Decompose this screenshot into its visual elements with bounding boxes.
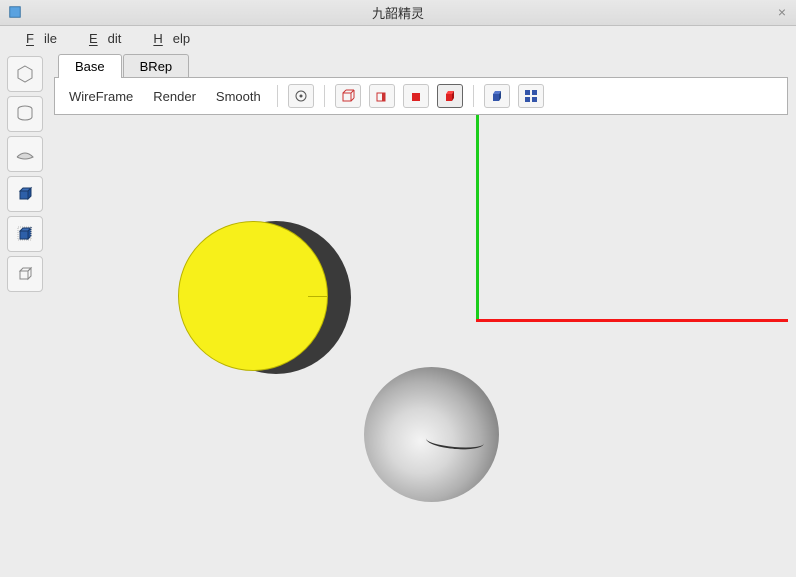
window-title: 九韶精灵	[372, 3, 424, 22]
gray-sphere[interactable]	[364, 367, 499, 502]
cube-iso-icon	[489, 88, 505, 104]
sidebar-tool-sketch[interactable]	[7, 56, 43, 92]
close-icon[interactable]: ×	[778, 4, 786, 20]
separator	[277, 85, 278, 107]
sphere-face	[178, 221, 328, 371]
cube-half-icon	[374, 88, 390, 104]
app-icon	[8, 5, 22, 19]
toolbar: WireFrame Render Smooth	[54, 77, 788, 115]
mode-wireframe[interactable]: WireFrame	[63, 87, 139, 106]
sidebar	[0, 50, 50, 577]
view-shaded[interactable]	[437, 84, 463, 108]
cylinder-icon	[14, 103, 36, 125]
sidebar-tool-sphere-outline[interactable]	[7, 256, 43, 292]
titlebar: 九韶精灵 ×	[0, 0, 796, 26]
axis-x	[476, 319, 788, 322]
cube-wire-small-icon	[340, 88, 356, 104]
cube-icon	[14, 183, 36, 205]
content-area: Base BRep WireFrame Render Smooth	[50, 50, 796, 577]
mode-render[interactable]: Render	[147, 87, 202, 106]
yellow-sphere[interactable]	[178, 221, 333, 376]
separator	[473, 85, 474, 107]
tab-brep[interactable]: BRep	[123, 54, 190, 78]
multi-cube-icon	[523, 88, 539, 104]
tabs: Base BRep	[58, 54, 788, 78]
sphere-equator	[425, 431, 484, 452]
plane-icon	[14, 143, 36, 165]
menu-help[interactable]: Help	[133, 29, 200, 48]
target-icon	[293, 88, 309, 104]
axis-y	[476, 115, 479, 322]
sidebar-tool-box[interactable]	[7, 176, 43, 212]
view-halfwire[interactable]	[369, 84, 395, 108]
viewport[interactable]	[54, 115, 788, 569]
hexagon-icon	[14, 63, 36, 85]
view-iso[interactable]	[484, 84, 510, 108]
separator	[324, 85, 325, 107]
cube-wire-icon	[14, 263, 36, 285]
sidebar-tool-box-outline[interactable]	[7, 216, 43, 252]
menubar: File Edit Help	[0, 26, 796, 50]
mode-smooth[interactable]: Smooth	[210, 87, 267, 106]
zoom-button[interactable]	[288, 84, 314, 108]
tab-base[interactable]: Base	[58, 54, 122, 78]
view-multi[interactable]	[518, 84, 544, 108]
menu-edit[interactable]: Edit	[69, 29, 131, 48]
menu-file[interactable]: File	[6, 29, 67, 48]
view-wire[interactable]	[335, 84, 361, 108]
cube-shaded-icon	[442, 88, 458, 104]
view-solid[interactable]	[403, 84, 429, 108]
sphere-seam	[308, 296, 328, 297]
sidebar-tool-revolve[interactable]	[7, 96, 43, 132]
cube-outline-icon	[14, 223, 36, 245]
sidebar-tool-plane[interactable]	[7, 136, 43, 172]
cube-solid-icon	[408, 88, 424, 104]
